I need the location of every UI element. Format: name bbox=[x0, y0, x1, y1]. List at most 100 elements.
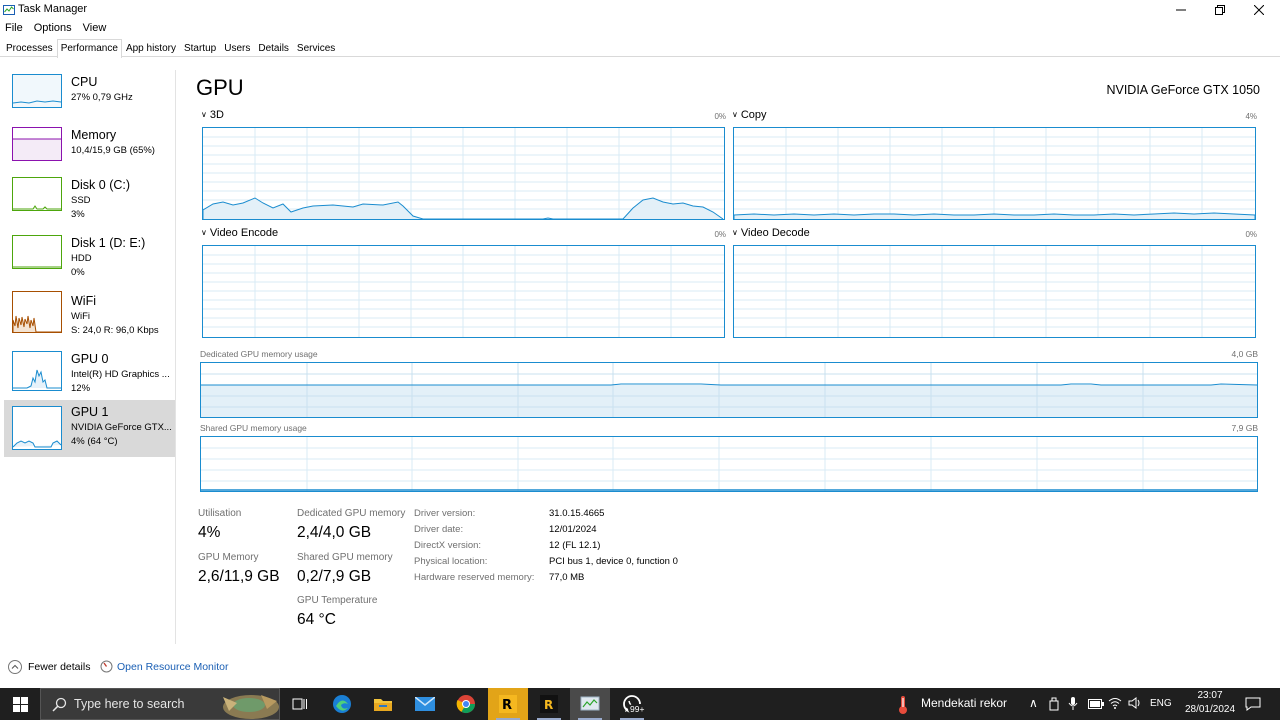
close-button[interactable] bbox=[1239, 0, 1279, 20]
sidebar-item-detail: WiFi bbox=[71, 311, 90, 322]
physical-location-label: Physical location: bbox=[414, 556, 488, 567]
shared-memory-value: 0,2/7,9 GB bbox=[297, 568, 372, 585]
restore-icon bbox=[1215, 5, 1225, 15]
driver-date-value: 12/01/2024 bbox=[549, 524, 597, 535]
notification-center-icon[interactable] bbox=[1245, 697, 1261, 711]
edge-icon bbox=[333, 695, 351, 713]
taskbar-edge[interactable] bbox=[322, 688, 362, 720]
engine-percent: 0% bbox=[714, 112, 726, 121]
menu-options[interactable]: Options bbox=[29, 20, 78, 36]
menu-view[interactable]: View bbox=[78, 20, 113, 36]
battery-icon[interactable] bbox=[1088, 699, 1104, 709]
dedicated-memory-max: 4,0 GB bbox=[1231, 349, 1258, 359]
sidebar-item-name: CPU bbox=[71, 75, 98, 89]
sidebar-item-gpu0[interactable]: GPU 0 Intel(R) HD Graphics ... 12% bbox=[4, 347, 175, 405]
sidebar-item-usage: 12% bbox=[71, 383, 91, 394]
rockstar-game-icon: R bbox=[540, 695, 558, 713]
disk1-thumbnail-graph bbox=[12, 235, 62, 269]
microphone-icon[interactable] bbox=[1068, 697, 1078, 711]
start-button[interactable] bbox=[0, 688, 40, 720]
reserved-memory-value: 77,0 MB bbox=[549, 572, 585, 583]
task-manager-window: Task Manager File Options View Processes… bbox=[0, 0, 1280, 688]
engine-selector-copy[interactable]: ∨ Copy bbox=[732, 109, 767, 121]
svg-text:R: R bbox=[544, 698, 553, 712]
sidebar-item-usage: 0% bbox=[71, 267, 85, 278]
minimize-icon bbox=[1176, 9, 1186, 11]
graph-video-decode-svg bbox=[734, 246, 1255, 337]
fewer-details-link[interactable]: Fewer details bbox=[28, 661, 90, 673]
sidebar-item-disk0[interactable]: Disk 0 (C:) SSD 3% bbox=[4, 173, 175, 231]
usb-drive-icon[interactable] bbox=[1048, 697, 1060, 711]
directx-version-value: 12 (FL 12.1) bbox=[549, 540, 601, 551]
taskbar-clock[interactable]: 23:07 28/01/2024 bbox=[1176, 689, 1244, 717]
driver-date-label: Driver date: bbox=[414, 524, 464, 535]
speaker-icon[interactable] bbox=[1128, 697, 1142, 709]
menu-bar: File Options View bbox=[0, 20, 112, 36]
tab-strip: Processes Performance App history Startu… bbox=[0, 39, 1280, 58]
engine-selector-3d[interactable]: ∨ 3D bbox=[201, 109, 224, 121]
engine-percent: 0% bbox=[1245, 230, 1257, 239]
dedicated-memory-label: Dedicated GPU memory usage bbox=[200, 349, 318, 359]
weather-widget[interactable]: Mendekati rekor bbox=[921, 696, 1007, 710]
language-indicator[interactable]: ENG bbox=[1150, 698, 1172, 709]
chevron-down-icon: ∨ bbox=[201, 110, 207, 119]
sidebar-item-name: Disk 0 (C:) bbox=[71, 178, 131, 192]
open-resource-monitor-link[interactable]: Open Resource Monitor bbox=[117, 661, 228, 673]
graph-video-decode bbox=[733, 245, 1256, 338]
directx-version-label: DirectX version: bbox=[414, 540, 482, 551]
dedicated-memory-value: 2,4/4,0 GB bbox=[297, 524, 372, 541]
sidebar-item-gpu1[interactable]: GPU 1 NVIDIA GeForce GTX... 4% (64 °C) bbox=[4, 400, 175, 457]
taskbar-file-explorer[interactable] bbox=[363, 688, 403, 720]
minimize-button[interactable] bbox=[1161, 0, 1201, 20]
tab-app-history[interactable]: App history bbox=[122, 39, 180, 57]
restore-button[interactable] bbox=[1200, 0, 1240, 20]
chevron-up-icon[interactable] bbox=[8, 660, 22, 674]
sidebar-item-wifi[interactable]: WiFi WiFi S: 24,0 R: 96,0 Kbps bbox=[4, 289, 175, 347]
tab-processes[interactable]: Processes bbox=[2, 39, 57, 57]
taskbar-task-manager[interactable] bbox=[570, 688, 610, 720]
engine-label: Video Decode bbox=[740, 227, 810, 239]
taskbar-mail[interactable] bbox=[405, 688, 445, 720]
tab-details[interactable]: Details bbox=[254, 39, 293, 57]
title-bar: Task Manager bbox=[0, 0, 1280, 20]
sidebar-item-cpu[interactable]: CPU 27% 0,79 GHz bbox=[4, 70, 175, 128]
folder-icon bbox=[374, 699, 392, 711]
gpu0-thumbnail-graph bbox=[12, 351, 62, 391]
menu-file[interactable]: File bbox=[0, 20, 29, 36]
tab-services[interactable]: Services bbox=[293, 39, 339, 57]
graph-copy-svg bbox=[734, 128, 1255, 219]
chevron-up-icon[interactable]: ∧ bbox=[1029, 696, 1038, 710]
tab-performance[interactable]: Performance bbox=[56, 39, 122, 58]
engine-label: 3D bbox=[209, 109, 224, 121]
notification-badge: 99+ bbox=[628, 704, 647, 714]
gpu-temperature-value: 64 °C bbox=[297, 611, 336, 628]
tab-users[interactable]: Users bbox=[220, 39, 254, 57]
engine-label: Video Encode bbox=[209, 227, 279, 239]
graph-3d bbox=[202, 127, 725, 220]
sidebar-item-disk1[interactable]: Disk 1 (D: E:) HDD 0% bbox=[4, 231, 175, 289]
search-highlight-image bbox=[223, 695, 279, 719]
wifi-icon[interactable] bbox=[1108, 697, 1122, 709]
taskbar-search-box[interactable]: Type here to search bbox=[40, 688, 280, 720]
resource-monitor-icon bbox=[100, 660, 113, 673]
shared-memory-label: Shared GPU memory usage bbox=[200, 423, 307, 433]
engine-selector-video-decode[interactable]: ∨ Video Decode bbox=[732, 227, 810, 239]
reserved-memory-label: Hardware reserved memory: bbox=[414, 572, 535, 583]
task-manager-icon bbox=[3, 5, 15, 15]
sidebar-item-usage: 4% (64 °C) bbox=[71, 436, 118, 447]
tab-startup[interactable]: Startup bbox=[180, 39, 220, 57]
task-manager-taskbar-icon bbox=[580, 696, 600, 711]
gpu-memory-value: 2,6/11,9 GB bbox=[198, 568, 280, 585]
sidebar-item-detail: SSD bbox=[71, 195, 91, 206]
driver-version-label: Driver version: bbox=[414, 508, 476, 519]
task-view-button[interactable] bbox=[280, 688, 320, 720]
sidebar-item-detail: 10,4/15,9 GB (65%) bbox=[71, 145, 155, 156]
taskbar-chrome[interactable] bbox=[446, 688, 486, 720]
sidebar-item-throughput: S: 24,0 R: 96,0 Kbps bbox=[71, 325, 159, 336]
sidebar-item-name: Disk 1 (D: E:) bbox=[71, 236, 146, 250]
engine-selector-video-encode[interactable]: ∨ Video Encode bbox=[201, 227, 278, 239]
taskbar-rockstar-game[interactable]: R bbox=[529, 688, 569, 720]
clock-date: 28/01/2024 bbox=[1184, 704, 1236, 715]
sidebar-item-detail: Intel(R) HD Graphics ... bbox=[71, 369, 170, 380]
taskbar-rockstar-launcher[interactable]: R bbox=[488, 688, 528, 720]
